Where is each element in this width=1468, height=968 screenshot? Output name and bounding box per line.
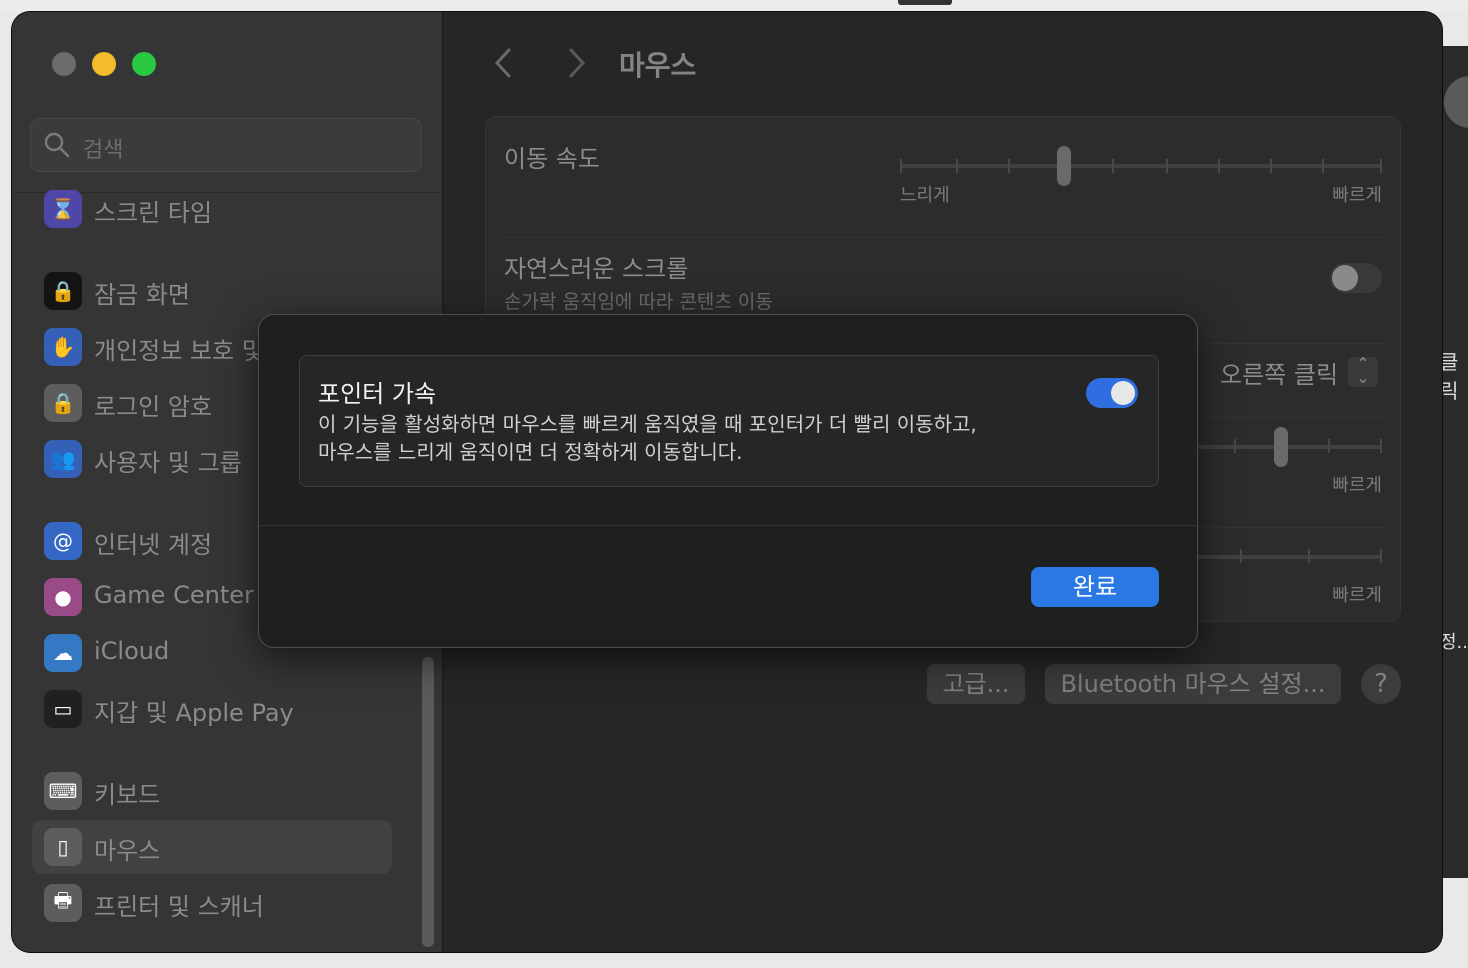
- zoom-button[interactable]: [132, 52, 156, 76]
- slider-tick: [1270, 159, 1272, 173]
- slow-label: 느리게: [900, 185, 950, 206]
- slider-tick: [1240, 549, 1242, 563]
- fast-label: 빠르게: [1332, 585, 1382, 606]
- keyboard-icon: ⌨: [44, 772, 82, 810]
- sidebar-item-wallet[interactable]: ▭ 지갑 및 Apple Pay: [32, 682, 392, 736]
- search-icon: [44, 132, 70, 158]
- natural-scroll-label: 자연스러운 스크롤: [504, 255, 689, 283]
- chevron-right-icon: [569, 48, 586, 78]
- slider-tick: [1308, 549, 1310, 563]
- sidebar-item-mouse[interactable]: ▯ 마우스: [32, 820, 392, 874]
- toggle-knob: [1332, 265, 1358, 291]
- slider-tick: [1322, 159, 1324, 173]
- slider-tick: [956, 159, 958, 173]
- users-icon: 👥: [44, 440, 82, 478]
- slider-tick: [1008, 159, 1010, 173]
- hourglass-icon: ⌛: [44, 190, 82, 228]
- slider-knob[interactable]: [1056, 146, 1071, 186]
- mouse-icon: ▯: [44, 828, 82, 866]
- sidebar-item-label: 키보드: [94, 781, 161, 809]
- sidebar-item-printers[interactable]: 🖶 프린터 및 스캐너: [32, 876, 392, 930]
- slider-tick: [1234, 439, 1236, 453]
- sidebar-item-label: 인터넷 계정: [94, 531, 213, 559]
- minimize-button[interactable]: [92, 52, 116, 76]
- sidebar-item-label: 사용자 및 그룹: [94, 449, 242, 477]
- pointer-acceleration-toggle[interactable]: [1086, 378, 1138, 408]
- scroll-speed-slider-track[interactable]: [1186, 555, 1382, 559]
- slider-tick: [1218, 159, 1220, 173]
- slider-knob[interactable]: [1274, 427, 1288, 467]
- chevron-updown-icon[interactable]: ⌃ ⌄: [1348, 356, 1378, 387]
- fast-label: 빠르게: [1332, 185, 1382, 206]
- slider-tick: [1328, 439, 1330, 453]
- cloud-icon: ☁: [44, 634, 82, 672]
- pointer-acceleration-row: 포인터 가속 이 기능을 활성화하면 마우스를 빠르게 움직였을 때 포인터가 …: [299, 355, 1159, 487]
- bluetooth-mouse-setup-button[interactable]: Bluetooth 마우스 설정...: [1045, 664, 1341, 704]
- sidebar-item-label: 잠금 화면: [94, 281, 190, 309]
- natural-scroll-description: 손가락 움직임에 따라 콘텐츠 이동: [504, 291, 773, 313]
- close-button[interactable]: [52, 52, 76, 76]
- help-button[interactable]: ?: [1361, 664, 1401, 704]
- sidebar-item-lock-screen[interactable]: 🔒 잠금 화면: [32, 264, 392, 318]
- background-window-text-2: 정...: [1440, 632, 1468, 653]
- wallet-icon: ▭: [44, 690, 82, 728]
- sidebar-item-label: iCloud: [94, 637, 170, 665]
- tracking-speed-label: 이동 속도: [504, 145, 600, 173]
- toggle-knob: [1111, 381, 1135, 405]
- slider-track: [900, 164, 1382, 168]
- slider-tick: [900, 159, 902, 173]
- sheet-description-line-1: 이 기능을 활성화하면 마우스를 빠르게 움직였을 때 포인터가 더 빨리 이동…: [318, 412, 977, 436]
- advanced-button[interactable]: 고급...: [927, 664, 1025, 704]
- sheet-description: 이 기능을 활성화하면 마우스를 빠르게 움직였을 때 포인터가 더 빨리 이동…: [318, 410, 1078, 466]
- fast-label: 빠르게: [1332, 475, 1382, 496]
- sidebar-item-screen-time[interactable]: ⌛ 스크린 타임: [32, 182, 392, 236]
- sidebar-scrollbar[interactable]: [422, 657, 434, 947]
- sidebar-item-label: Game Center: [94, 581, 254, 609]
- slider-tick: [1380, 549, 1382, 563]
- lock-icon: 🔒: [44, 384, 82, 422]
- background-menu-strip: [0, 0, 1468, 12]
- back-button[interactable]: [489, 46, 519, 80]
- search-input[interactable]: 검색: [30, 118, 422, 172]
- sheet-description-line-2: 마우스를 느리게 움직이면 더 정확하게 이동합니다.: [318, 440, 743, 464]
- printer-icon: 🖶: [44, 884, 82, 922]
- forward-button[interactable]: [561, 46, 591, 80]
- slider-tick: [1112, 159, 1114, 173]
- sidebar-item-label: 마우스: [94, 837, 161, 865]
- search-placeholder: 검색: [83, 138, 124, 163]
- background-notch: [898, 0, 952, 5]
- sidebar-item-label: 로그인 암호: [94, 393, 213, 421]
- row-divider: [504, 237, 1384, 238]
- lock-screen-icon: 🔒: [44, 272, 82, 310]
- sidebar-item-keyboard[interactable]: ⌨ 키보드: [32, 764, 392, 818]
- slider-tick: [1166, 159, 1168, 173]
- at-icon: @: [44, 522, 82, 560]
- pointer-acceleration-sheet: 포인터 가속 이 기능을 활성화하면 마우스를 빠르게 움직였을 때 포인터가 …: [258, 314, 1198, 648]
- slider-tick: [1380, 159, 1382, 173]
- page-title: 마우스: [619, 49, 697, 82]
- slider-tick: [1380, 439, 1382, 453]
- sheet-divider: [259, 525, 1197, 526]
- hand-icon: ✋: [44, 328, 82, 366]
- natural-scroll-toggle[interactable]: [1330, 263, 1382, 293]
- done-button[interactable]: 완료: [1031, 567, 1159, 607]
- game-center-icon: ●: [44, 578, 82, 616]
- sidebar-item-label: 프린터 및 스캐너: [94, 893, 264, 921]
- sidebar-item-label: 지갑 및 Apple Pay: [94, 699, 294, 727]
- background-window-text: 클릭: [1440, 350, 1459, 403]
- chevron-left-icon: [494, 48, 511, 78]
- sidebar-item-label: 스크린 타임: [94, 199, 213, 227]
- secondary-click-value[interactable]: 오른쪽 클릭: [1220, 355, 1338, 390]
- sheet-title: 포인터 가속: [318, 380, 437, 408]
